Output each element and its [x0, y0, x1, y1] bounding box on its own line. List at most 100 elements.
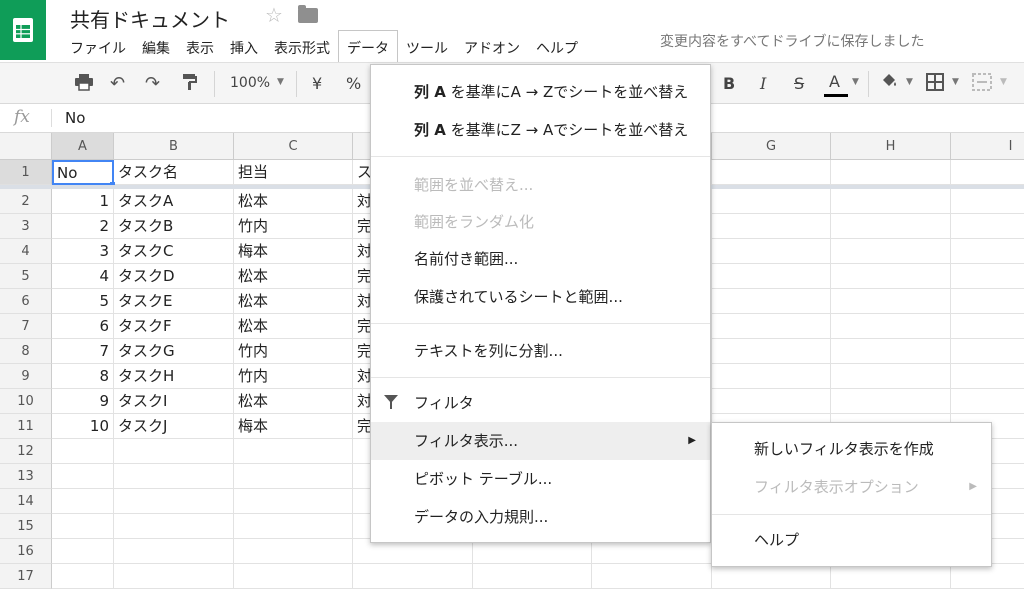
folder-icon[interactable] [298, 5, 318, 23]
star-icon[interactable]: ☆ [265, 3, 283, 27]
sort-range-item[interactable]: 範囲を並べ替え... [371, 166, 710, 204]
row-header[interactable]: 17 [0, 564, 52, 589]
grid-cell[interactable] [712, 160, 831, 185]
row-header[interactable]: 11 [0, 414, 52, 439]
formula-input[interactable]: No [65, 109, 85, 127]
row-header[interactable]: 9 [0, 364, 52, 389]
table-cell[interactable]: 9 [52, 389, 114, 414]
menu-addons[interactable]: アドオン [456, 30, 528, 62]
table-cell[interactable]: タスクC [114, 239, 234, 264]
zoom-select[interactable]: 100% [230, 75, 270, 91]
select-all-corner[interactable] [0, 133, 52, 160]
table-cell[interactable]: 梅本 [234, 239, 353, 264]
column-header-i[interactable]: I [951, 133, 1024, 160]
row-header[interactable]: 3 [0, 214, 52, 239]
split-text-item[interactable]: テキストを列に分割... [371, 332, 710, 370]
merge-cells-icon[interactable] [972, 73, 992, 96]
table-cell[interactable]: 6 [52, 314, 114, 339]
row-header[interactable]: 4 [0, 239, 52, 264]
randomize-range-item[interactable]: 範囲をランダム化 [371, 203, 710, 241]
table-cell[interactable]: 松本 [234, 264, 353, 289]
table-cell[interactable]: 4 [52, 264, 114, 289]
table-cell[interactable]: 竹内 [234, 364, 353, 389]
sort-z-to-a-item[interactable]: 列 A を基準にZ → Aでシートを並べ替え [371, 111, 710, 149]
row-header[interactable]: 15 [0, 514, 52, 539]
row-header[interactable]: 12 [0, 439, 52, 464]
menu-view[interactable]: 表示 [178, 30, 222, 62]
table-cell[interactable]: 3 [52, 239, 114, 264]
table-cell[interactable]: 8 [52, 364, 114, 389]
table-cell[interactable]: 梅本 [234, 414, 353, 439]
table-cell[interactable]: 竹内 [234, 339, 353, 364]
italic-button[interactable]: I [760, 74, 766, 93]
menu-format[interactable]: 表示形式 [266, 30, 338, 62]
cell-a1[interactable]: No [52, 160, 114, 185]
bold-button[interactable]: B [723, 74, 735, 93]
menu-edit[interactable]: 編集 [134, 30, 178, 62]
row-header[interactable]: 8 [0, 339, 52, 364]
table-cell[interactable]: タスクE [114, 289, 234, 314]
strikethrough-button[interactable]: S [794, 74, 804, 93]
table-cell[interactable]: 7 [52, 339, 114, 364]
table-cell[interactable]: 松本 [234, 289, 353, 314]
column-header-g[interactable]: G [712, 133, 831, 160]
menu-tools[interactable]: ツール [398, 30, 456, 62]
table-cell[interactable]: タスクD [114, 264, 234, 289]
filter-item[interactable]: フィルタ [371, 384, 710, 422]
table-cell[interactable]: タスクH [114, 364, 234, 389]
filter-help-item[interactable]: ヘルプ [712, 521, 991, 559]
menu-data[interactable]: データ [338, 30, 398, 62]
grid-cell[interactable] [951, 160, 1024, 185]
table-cell[interactable]: タスクI [114, 389, 234, 414]
menu-insert[interactable]: 挿入 [222, 30, 266, 62]
percent-format-button[interactable]: % [346, 74, 361, 93]
table-cell[interactable]: 5 [52, 289, 114, 314]
row-header[interactable]: 14 [0, 489, 52, 514]
row-header[interactable]: 7 [0, 314, 52, 339]
row-header[interactable]: 2 [0, 189, 52, 214]
menu-help[interactable]: ヘルプ [528, 30, 586, 62]
fill-color-icon[interactable] [880, 72, 898, 97]
column-header-c[interactable]: C [234, 133, 353, 160]
table-cell[interactable]: タスクF [114, 314, 234, 339]
cell-b1[interactable]: タスク名 [114, 160, 234, 185]
column-header-a[interactable]: A [52, 133, 114, 160]
named-ranges-item[interactable]: 名前付き範囲... [371, 240, 710, 278]
table-cell[interactable]: タスクA [114, 189, 234, 214]
row-header[interactable]: 16 [0, 539, 52, 564]
filter-views-item[interactable]: フィルタ表示... ▶ [371, 422, 710, 460]
row-header[interactable]: 10 [0, 389, 52, 414]
create-filter-view-item[interactable]: 新しいフィルタ表示を作成 [712, 430, 991, 468]
currency-format-button[interactable]: ¥ [312, 74, 322, 93]
row-header[interactable]: 5 [0, 264, 52, 289]
protected-sheets-item[interactable]: 保護されているシートと範囲... [371, 278, 710, 316]
table-cell[interactable]: 2 [52, 214, 114, 239]
table-cell[interactable]: 松本 [234, 189, 353, 214]
column-header-b[interactable]: B [114, 133, 234, 160]
row-header[interactable]: 6 [0, 289, 52, 314]
table-cell[interactable]: 10 [52, 414, 114, 439]
sort-a-to-z-item[interactable]: 列 A を基準にA → Zでシートを並べ替え [371, 73, 710, 111]
row-header[interactable]: 13 [0, 464, 52, 489]
table-cell[interactable]: タスクB [114, 214, 234, 239]
menu-file[interactable]: ファイル [62, 30, 134, 62]
pivot-table-item[interactable]: ピボット テーブル... [371, 460, 710, 498]
table-cell[interactable]: 松本 [234, 389, 353, 414]
grid-cell[interactable] [831, 160, 951, 185]
data-validation-item[interactable]: データの入力規則... [371, 498, 710, 536]
borders-icon[interactable] [926, 73, 944, 96]
print-icon[interactable] [74, 73, 94, 96]
table-cell[interactable]: 松本 [234, 314, 353, 339]
cell-c1[interactable]: 担当 [234, 160, 353, 185]
redo-icon[interactable]: ↷ [145, 73, 160, 94]
sheets-logo[interactable] [0, 0, 46, 60]
table-cell[interactable]: タスクJ [114, 414, 234, 439]
filter-view-options-item[interactable]: フィルタ表示オプション ▶ [712, 468, 991, 506]
save-status[interactable]: 変更内容をすべてドライブに保存しました [660, 31, 924, 51]
table-cell[interactable]: タスクG [114, 339, 234, 364]
document-title[interactable]: 共有ドキュメント [70, 4, 230, 33]
paint-format-icon[interactable] [182, 73, 198, 96]
undo-icon[interactable]: ↶ [110, 73, 125, 94]
column-header-h[interactable]: H [831, 133, 951, 160]
row-header[interactable]: 1 [0, 160, 52, 185]
